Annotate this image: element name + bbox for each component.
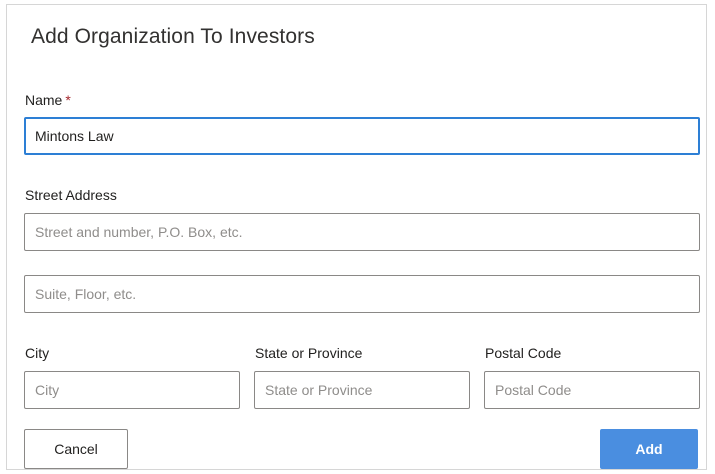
city-input[interactable] bbox=[24, 371, 240, 409]
name-label-row: Name * bbox=[25, 92, 71, 108]
add-button[interactable]: Add bbox=[600, 429, 698, 469]
state-label: State or Province bbox=[255, 345, 363, 361]
postal-code-input[interactable] bbox=[484, 371, 700, 409]
cancel-button[interactable]: Cancel bbox=[24, 429, 128, 469]
street-address-line2-input[interactable] bbox=[24, 275, 700, 313]
name-input[interactable] bbox=[24, 117, 700, 155]
state-input[interactable] bbox=[254, 371, 470, 409]
dialog-title: Add Organization To Investors bbox=[31, 25, 315, 48]
street-address-line1-input[interactable] bbox=[24, 213, 700, 251]
name-label: Name bbox=[25, 92, 63, 108]
required-marker: * bbox=[65, 92, 71, 108]
add-organization-dialog: Add Organization To Investors Name* Stre… bbox=[6, 4, 707, 470]
city-label: City bbox=[25, 345, 50, 361]
street-address-label: Street Address bbox=[25, 187, 117, 203]
postal-code-label: Postal Code bbox=[485, 345, 562, 361]
